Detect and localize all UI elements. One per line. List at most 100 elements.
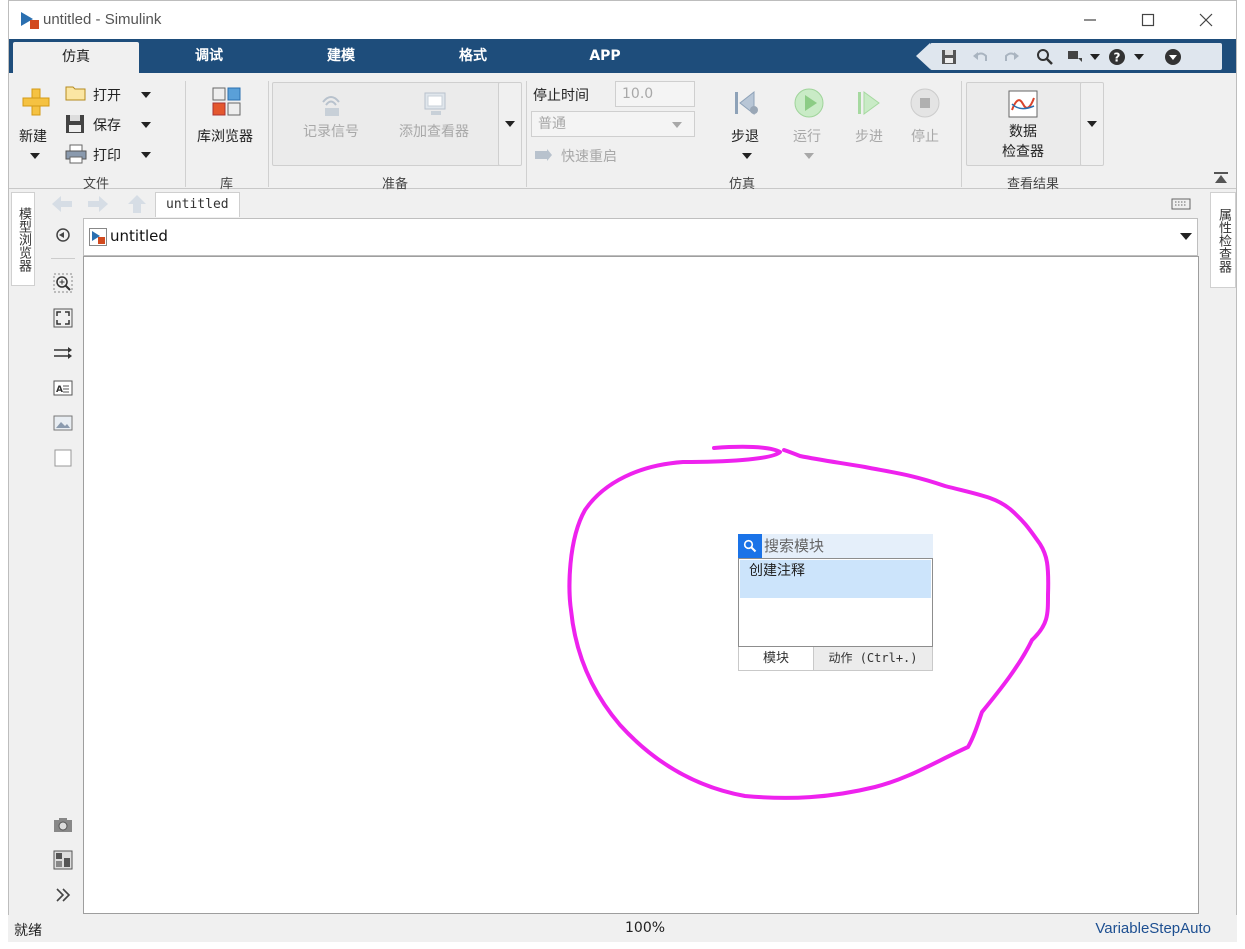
window-title: untitled - Simulink (43, 11, 162, 28)
tab-apps[interactable]: APP (565, 39, 645, 73)
quick-insert-popup: 创建注释 模块 动作 (Ctrl+.) (738, 534, 933, 671)
run-dropdown-icon[interactable] (804, 153, 814, 159)
close-button[interactable] (1177, 1, 1235, 39)
help-icon: ? (1109, 48, 1125, 65)
review-group-label: 查看结果 (1007, 177, 1060, 192)
model-breadcrumb-tab[interactable]: untitled (155, 192, 240, 217)
up-arrow-icon[interactable] (127, 194, 147, 214)
property-inspector-tab[interactable]: 属性检查器 (1210, 192, 1236, 288)
redo-icon (1005, 51, 1019, 61)
fit-to-view-button[interactable] (52, 307, 74, 329)
close-icon (1199, 13, 1213, 27)
address-dropdown-icon[interactable] (1180, 233, 1192, 240)
save-button[interactable]: 保存 (93, 115, 121, 135)
redo-button[interactable] (1000, 46, 1022, 67)
save-dropdown-icon[interactable] (141, 122, 151, 128)
data-inspector-label-1: 数据 (1009, 124, 1037, 140)
forward-arrow-icon[interactable] (87, 195, 109, 213)
title-bar: untitled - Simulink (9, 1, 1236, 39)
open-folder-icon (65, 86, 86, 101)
gallery-expand-icon (505, 121, 515, 127)
minimize-button[interactable] (1061, 1, 1119, 39)
stop-button[interactable]: 停止 (911, 126, 939, 146)
image-button[interactable] (52, 412, 74, 434)
tab-debug[interactable]: 调试 (169, 39, 249, 73)
tool-separator (51, 258, 75, 259)
quick-save-button[interactable] (938, 46, 960, 67)
fast-restart-button[interactable]: 快速重启 (561, 146, 617, 166)
community-dropdown-icon[interactable] (1090, 54, 1100, 60)
screenshot-button[interactable] (52, 814, 74, 836)
help-button[interactable]: ? (1106, 46, 1128, 67)
print-button[interactable]: 打印 (93, 145, 121, 165)
svg-text:A: A (56, 385, 63, 395)
step-back-dropdown-icon[interactable] (742, 153, 752, 159)
library-browser-button[interactable]: 库浏览器 (197, 126, 253, 146)
image-icon (53, 415, 73, 431)
step-forward-button[interactable]: 步进 (855, 126, 883, 146)
block-search-input[interactable] (764, 536, 929, 556)
area-button[interactable] (52, 447, 74, 469)
maximize-icon (1141, 13, 1155, 27)
log-signals-button[interactable]: 记录信号 (303, 121, 359, 141)
print-icon (65, 144, 87, 164)
data-inspector-label-2: 检查器 (1002, 144, 1044, 160)
data-inspector-button[interactable]: 数据 检查器 (966, 82, 1082, 166)
keyboard-icon[interactable] (1171, 198, 1191, 210)
quick-insert-tabs: 模块 动作 (Ctrl+.) (738, 647, 933, 671)
model-address-bar[interactable]: untitled (83, 218, 1198, 256)
community-button[interactable] (1064, 46, 1086, 67)
new-dropdown-icon[interactable] (30, 153, 40, 159)
result-create-annotation[interactable]: 创建注释 (740, 560, 931, 598)
route-lines-button[interactable] (52, 342, 74, 364)
tab-simulation[interactable]: 仿真 (13, 42, 139, 73)
ribbon-separator (185, 81, 186, 187)
run-button[interactable]: 运行 (793, 126, 821, 146)
toolbar-options-button[interactable] (1162, 46, 1184, 67)
review-results-expand[interactable] (1080, 82, 1104, 166)
step-back-button[interactable]: 步退 (731, 126, 759, 146)
simulation-mode-select[interactable]: 普通 (531, 111, 695, 137)
search-icon-box (738, 534, 762, 558)
add-viewer-button[interactable]: 添加查看器 (399, 121, 469, 141)
collapse-ribbon-icon[interactable] (1213, 171, 1229, 185)
new-button[interactable]: 新建 (19, 126, 47, 146)
tab-blocks[interactable]: 模块 (739, 647, 814, 670)
open-button[interactable]: 打开 (93, 85, 121, 105)
solver-link[interactable]: VariableStepAuto (1095, 920, 1211, 937)
zoom-button[interactable] (52, 272, 74, 294)
stop-icon (910, 88, 940, 118)
tab-format[interactable]: 格式 (433, 39, 513, 73)
stop-time-field[interactable]: 10.0 (615, 81, 695, 107)
open-dropdown-icon[interactable] (141, 92, 151, 98)
file-group-label: 文件 (83, 177, 110, 192)
ribbon-tab-bar: 仿真 调试 建模 格式 APP ? (9, 39, 1236, 73)
ribbon-separator (268, 81, 269, 187)
hide-explorer-button[interactable] (52, 224, 74, 246)
tab-modeling[interactable]: 建模 (301, 39, 381, 73)
collapse-explorer-icon (56, 228, 70, 242)
expand-toolbar-button[interactable] (52, 884, 74, 906)
search-button[interactable] (1034, 46, 1056, 67)
model-canvas[interactable] (83, 256, 1199, 914)
back-arrow-icon[interactable] (51, 195, 73, 213)
help-dropdown-icon[interactable] (1134, 54, 1144, 60)
model-layout-button[interactable] (52, 849, 74, 871)
print-dropdown-icon[interactable] (141, 152, 151, 158)
model-browser-tab[interactable]: 模型浏览器 (11, 192, 35, 286)
ribbon-separator (961, 81, 962, 187)
maximize-button[interactable] (1119, 1, 1177, 39)
tab-actions[interactable]: 动作 (Ctrl+.) (814, 647, 932, 670)
quick-insert-results: 创建注释 (738, 558, 933, 647)
library-browser-icon (212, 87, 241, 116)
fast-restart-icon (535, 149, 552, 161)
simulink-logo-icon (21, 12, 39, 29)
quick-insert-search-bar (738, 534, 933, 558)
prepare-gallery-expand[interactable] (498, 82, 522, 166)
step-forward-icon (858, 91, 880, 115)
stop-time-label: 停止时间 (533, 88, 589, 104)
annotation-button[interactable]: A (52, 377, 74, 399)
route-lines-icon (54, 347, 72, 359)
status-bar: 就绪 100% VariableStepAuto (8, 915, 1237, 942)
undo-button[interactable] (970, 46, 992, 67)
